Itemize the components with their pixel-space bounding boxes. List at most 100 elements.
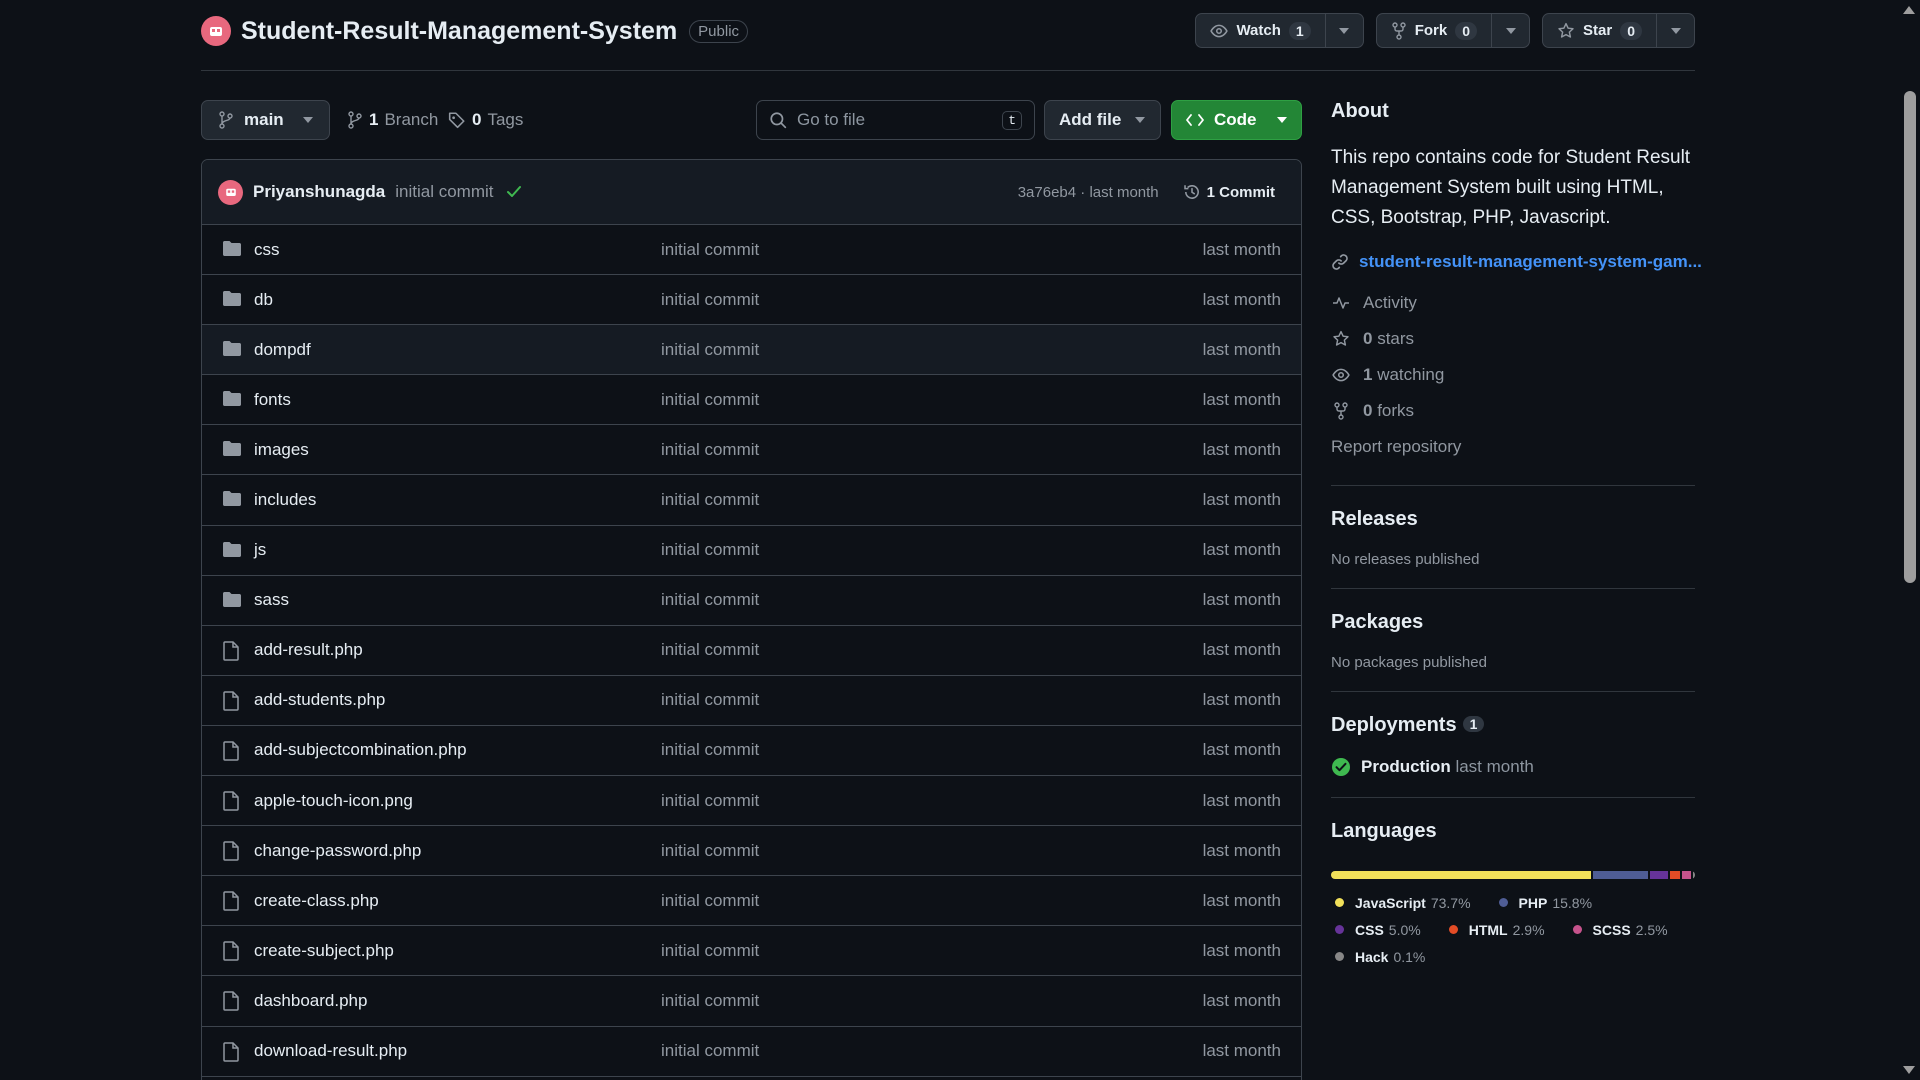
- file-row[interactable]: apple-touch-icon.png initial commit last m…: [202, 776, 1301, 827]
- file-name-link[interactable]: apple-touch-icon.png: [254, 791, 413, 811]
- file-commit-message-link[interactable]: initial commit: [661, 440, 759, 460]
- releases-heading[interactable]: Releases: [1331, 508, 1695, 531]
- commits-history-link[interactable]: 1 Commit: [1183, 183, 1275, 201]
- watch-dropdown-button[interactable]: [1324, 14, 1363, 47]
- language-color-dot: [1572, 925, 1582, 934]
- go-to-file-input[interactable]: Go to file t: [756, 100, 1035, 140]
- file-commit-message-link[interactable]: initial commit: [661, 290, 759, 310]
- owner-avatar[interactable]: [201, 16, 231, 46]
- fork-button[interactable]: Fork 0: [1377, 14, 1491, 47]
- activity-link[interactable]: Activity: [1331, 285, 1695, 321]
- language-bar-segment[interactable]: [1693, 871, 1695, 879]
- stars-link[interactable]: 0 stars: [1331, 321, 1695, 357]
- report-repository-link[interactable]: Report repository: [1331, 429, 1695, 465]
- file-name-link[interactable]: add-result.php: [254, 640, 363, 660]
- file-name-link[interactable]: add-subjectcombination.php: [254, 740, 467, 760]
- language-bar-segment[interactable]: [1592, 871, 1649, 879]
- language-bar-segment[interactable]: [1682, 871, 1691, 879]
- file-commit-message-link[interactable]: initial commit: [661, 991, 759, 1011]
- file-row[interactable]: images initial commit last month: [202, 425, 1301, 476]
- scroll-up-arrow[interactable]: [1903, 6, 1915, 14]
- language-bar-segment[interactable]: [1670, 871, 1681, 879]
- file-name-link[interactable]: download-result.php: [254, 1041, 407, 1061]
- file-row[interactable]: includes initial commit last month: [202, 475, 1301, 526]
- add-file-button[interactable]: Add file: [1044, 100, 1161, 140]
- scroll-down-arrow[interactable]: [1903, 1066, 1915, 1074]
- file-commit-message-link[interactable]: initial commit: [661, 340, 759, 360]
- language-bar-segment[interactable]: [1331, 871, 1591, 879]
- file-name-link[interactable]: db: [254, 290, 273, 310]
- star-button[interactable]: Star 0: [1543, 14, 1656, 47]
- file-name-link[interactable]: add-students.php: [254, 690, 385, 710]
- watching-link[interactable]: 1 watching: [1331, 357, 1695, 393]
- branches-link[interactable]: 1 Branch: [347, 100, 438, 140]
- language-item[interactable]: HTML 2.9%: [1445, 916, 1545, 943]
- deployments-heading[interactable]: Deployments: [1331, 714, 1457, 736]
- deployment-item[interactable]: Production last month: [1331, 757, 1695, 777]
- repo-name-link[interactable]: Student-Result-Management-System: [241, 17, 677, 46]
- file-row[interactable]: add-subjectcombination.php initial commit…: [202, 726, 1301, 777]
- file-commit-message-link[interactable]: initial commit: [661, 891, 759, 911]
- file-row[interactable]: add-result.php initial commit last month: [202, 626, 1301, 676]
- file-name-link[interactable]: css: [254, 240, 280, 260]
- triangle-down-icon: [1505, 27, 1516, 34]
- file-row[interactable]: js initial commit last month: [202, 526, 1301, 576]
- file-name-link[interactable]: dashboard.php: [254, 991, 367, 1011]
- file-commit-message-link[interactable]: initial commit: [661, 841, 759, 861]
- file-row[interactable]: dompdf initial commit last month: [202, 325, 1301, 376]
- language-item[interactable]: CSS 5.0%: [1331, 916, 1421, 943]
- file-name-link[interactable]: change-password.php: [254, 841, 421, 861]
- language-name: HTML: [1468, 921, 1508, 938]
- file-name-link[interactable]: dompdf: [254, 340, 311, 360]
- file-commit-message-link[interactable]: initial commit: [661, 490, 759, 510]
- branch-select-button[interactable]: main: [201, 100, 330, 140]
- file-commit-message-link[interactable]: initial commit: [661, 590, 759, 610]
- homepage-link[interactable]: student-result-management-system-gam...: [1331, 252, 1702, 272]
- file-commit-message-link[interactable]: initial commit: [661, 690, 759, 710]
- page-scrollbar[interactable]: [1898, 0, 1920, 1080]
- file-commit-message-link[interactable]: initial commit: [661, 791, 759, 811]
- commit-author-link[interactable]: Priyanshunagda: [253, 182, 385, 202]
- watch-button[interactable]: Watch 1: [1196, 14, 1324, 47]
- file-name-link[interactable]: create-class.php: [254, 891, 379, 911]
- file-commit-message-link[interactable]: initial commit: [661, 390, 759, 410]
- file-commit-message-link[interactable]: initial commit: [661, 540, 759, 560]
- packages-heading[interactable]: Packages: [1331, 611, 1695, 634]
- file-commit-message-link[interactable]: initial commit: [661, 640, 759, 660]
- file-row[interactable]: create-subject.php initial commit last mon…: [202, 926, 1301, 977]
- file-row[interactable]: fonts initial commit last month: [202, 375, 1301, 426]
- file-row[interactable]: create-class.php initial commit last month: [202, 876, 1301, 927]
- file-commit-message-link[interactable]: initial commit: [661, 740, 759, 760]
- scrollbar-thumb[interactable]: [1904, 91, 1916, 583]
- tags-link[interactable]: 0 Tags: [448, 100, 523, 140]
- commit-sha-time[interactable]: 3a76eb4 · last month: [1018, 184, 1159, 201]
- star-dropdown-button[interactable]: [1656, 14, 1694, 47]
- file-commit-message-link[interactable]: initial commit: [661, 240, 759, 260]
- language-item[interactable]: Hack 0.1%: [1331, 943, 1425, 970]
- file-name-link[interactable]: images: [254, 440, 309, 460]
- file-commit-message-link[interactable]: initial commit: [661, 1041, 759, 1061]
- file-name-link[interactable]: fonts: [254, 390, 291, 410]
- language-bar-segment[interactable]: [1650, 871, 1668, 879]
- file-row[interactable]: add-students.php initial commit last month: [202, 676, 1301, 726]
- file-name-link[interactable]: create-subject.php: [254, 941, 394, 961]
- file-row[interactable]: css initial commit last month: [202, 225, 1301, 276]
- check-icon[interactable]: [506, 185, 522, 199]
- file-row[interactable]: db initial commit last month: [202, 275, 1301, 326]
- file-row[interactable]: download-result.php initial commit last mo…: [202, 1027, 1301, 1077]
- file-row[interactable]: sass initial commit last month: [202, 576, 1301, 626]
- file-name-link[interactable]: sass: [254, 590, 289, 610]
- file-name-link[interactable]: includes: [254, 490, 316, 510]
- file-row[interactable]: change-password.php initial commit last mo…: [202, 826, 1301, 877]
- language-item[interactable]: SCSS 2.5%: [1569, 916, 1668, 943]
- commit-message-link[interactable]: initial commit: [395, 182, 493, 202]
- file-row[interactable]: dashboard.php initial commit last month: [202, 976, 1301, 1027]
- language-item[interactable]: JavaScript 73.7%: [1331, 889, 1471, 916]
- code-button[interactable]: Code: [1171, 100, 1302, 140]
- author-avatar[interactable]: [218, 179, 243, 205]
- fork-dropdown-button[interactable]: [1491, 14, 1529, 47]
- file-name-link[interactable]: js: [254, 540, 266, 560]
- file-commit-message-link[interactable]: initial commit: [661, 941, 759, 961]
- language-item[interactable]: PHP 15.8%: [1495, 889, 1592, 916]
- forks-link[interactable]: 0 forks: [1331, 393, 1695, 429]
